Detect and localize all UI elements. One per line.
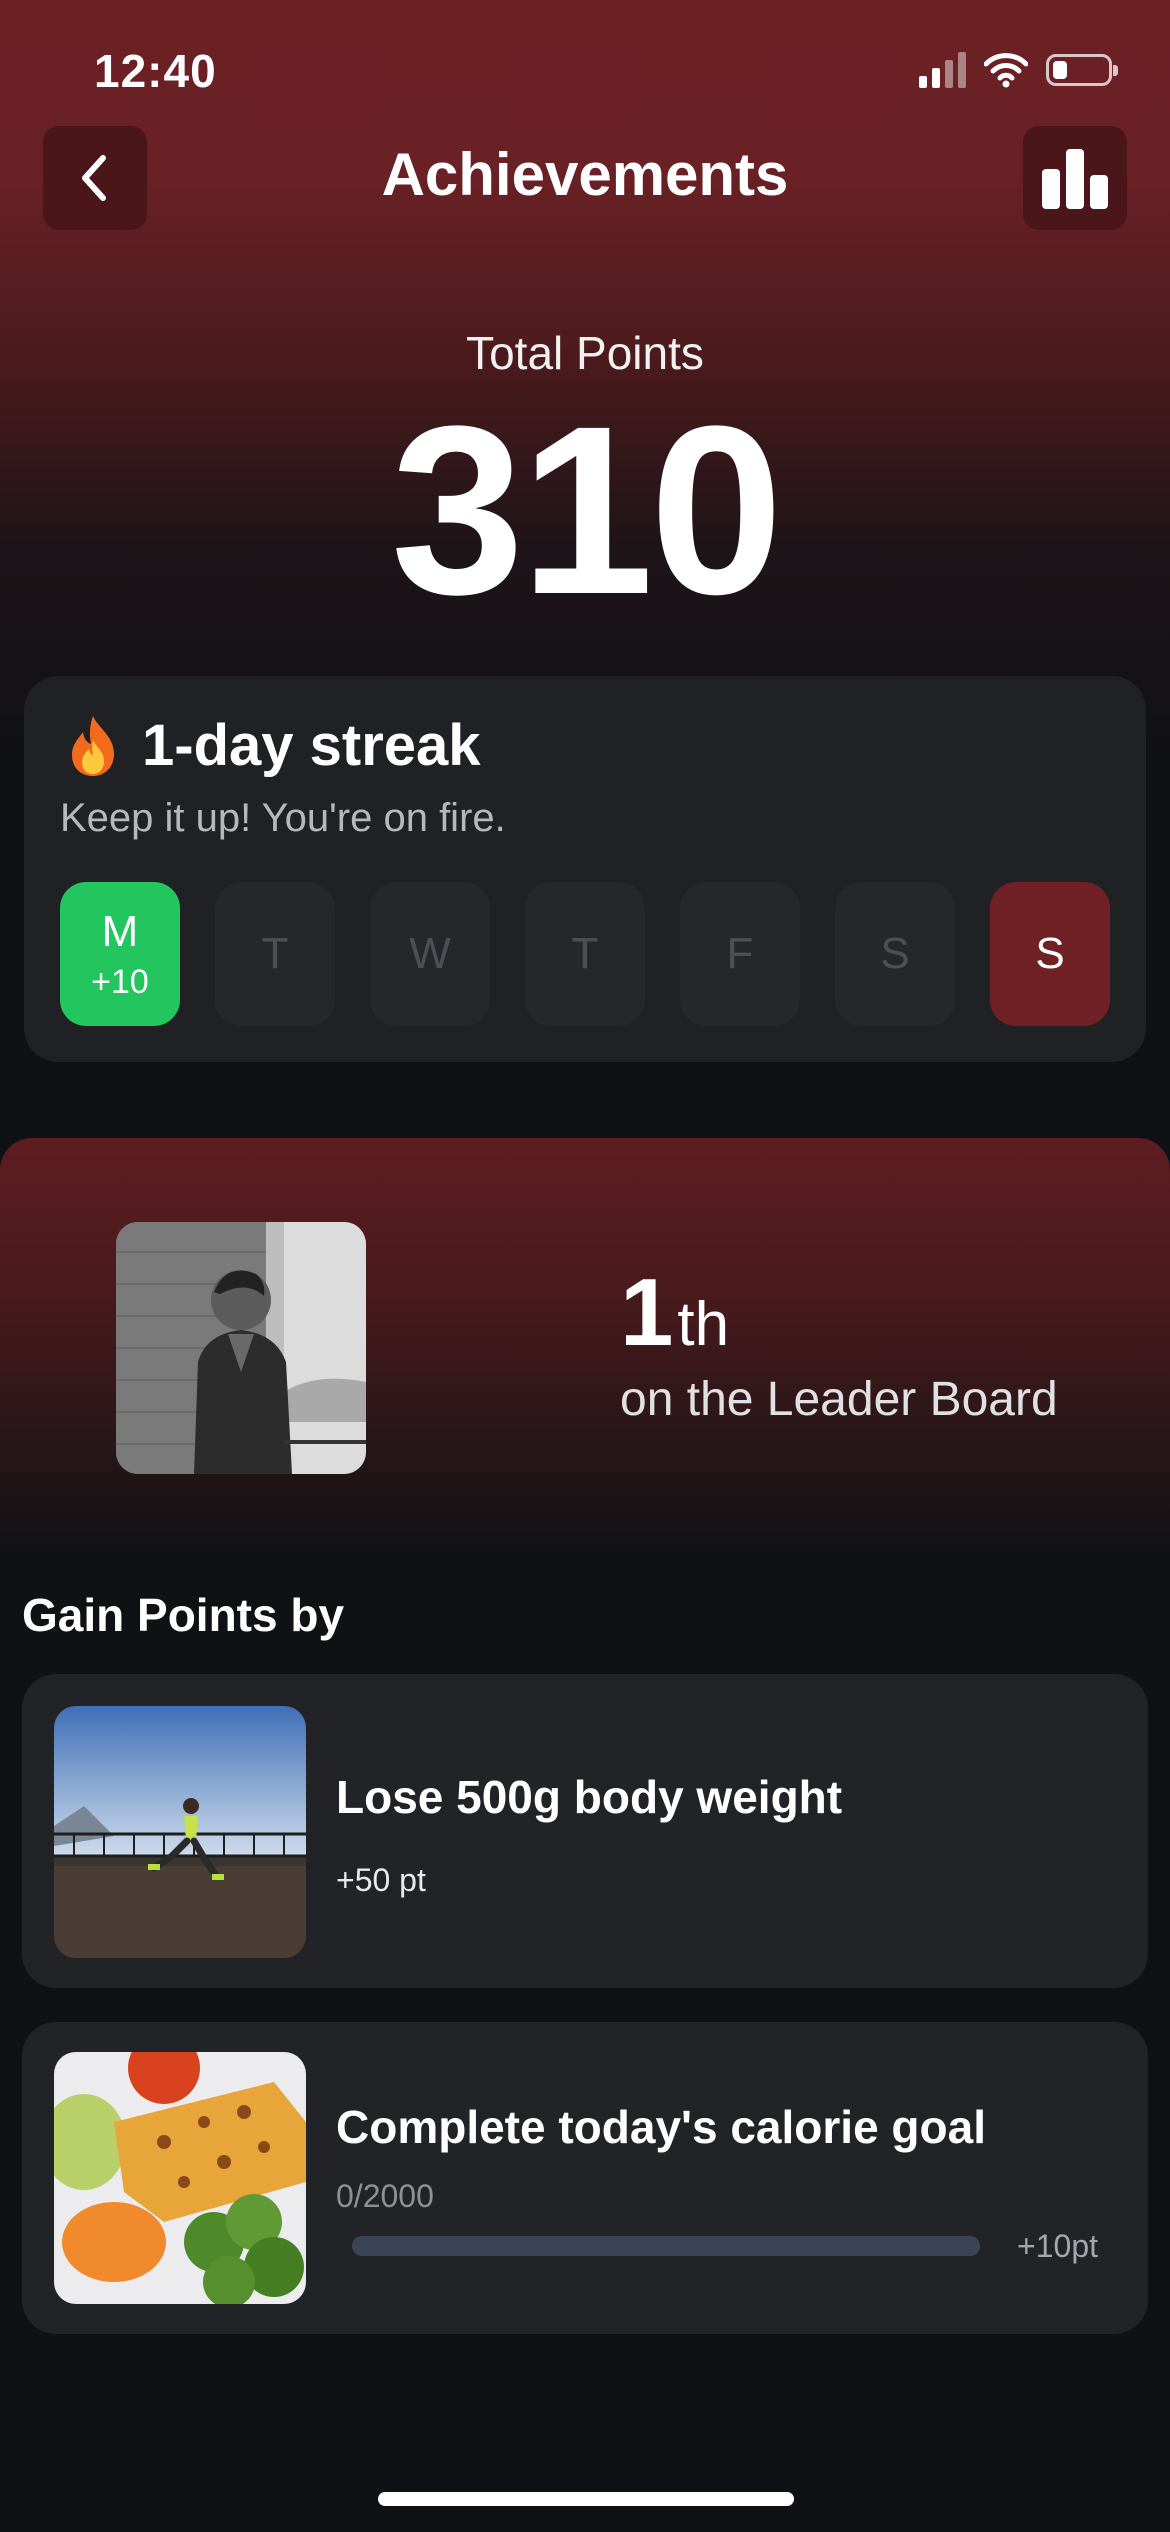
day-letter: S: [880, 929, 910, 978]
gain-points-title: Gain Points by: [22, 1589, 345, 1641]
calorie-progress-bar: [352, 2236, 980, 2256]
task-bonus-points: +10pt: [1017, 2228, 1098, 2264]
day-letter: T: [571, 929, 599, 978]
day-wednesday[interactable]: W: [370, 882, 490, 1026]
rank-suffix: th: [677, 1290, 730, 1359]
task-thumbnail-food: [54, 2052, 306, 2304]
streak-title: 1-day streak: [64, 712, 481, 779]
avatar[interactable]: [116, 1222, 366, 1474]
leaderboard-stats-button[interactable]: [1023, 126, 1127, 230]
task-card-calorie-goal[interactable]: Complete today's calorie goal 0/2000 +10…: [22, 2022, 1148, 2334]
avatar-photo: [116, 1222, 366, 1474]
task-title: Complete today's calorie goal: [336, 2101, 986, 2153]
task-points: +50 pt: [336, 1862, 426, 1898]
bar-chart-icon: [1042, 149, 1108, 209]
task-progress-text: 0/2000: [336, 2178, 434, 2214]
day-thursday[interactable]: T: [525, 882, 645, 1026]
total-points-label: Total Points: [466, 327, 704, 379]
leaderboard-label: on the Leader Board: [620, 1373, 1058, 1426]
cellular-signal-icon: [919, 52, 966, 88]
streak-subtitle: Keep it up! You're on fire.: [60, 796, 506, 840]
page-title: Achievements: [381, 141, 789, 208]
day-letter: M: [101, 906, 139, 956]
day-friday[interactable]: F: [680, 882, 800, 1026]
day-letter: T: [261, 929, 289, 978]
day-letter: W: [409, 929, 451, 978]
weekday-tracker: M +10 T W T F S S: [60, 882, 1110, 1026]
rank-number: 1: [620, 1259, 674, 1366]
day-letter: S: [1035, 929, 1065, 978]
task-title: Lose 500g body weight: [336, 1771, 843, 1823]
day-letter: F: [726, 929, 754, 978]
fire-icon: [72, 715, 114, 776]
day-tuesday[interactable]: T: [215, 882, 335, 1026]
leaderboard-rank: 1 th: [620, 1258, 729, 1368]
day-sunday[interactable]: S: [990, 882, 1110, 1026]
status-icons: [919, 52, 1118, 88]
wifi-icon: [984, 53, 1028, 88]
status-time: 12:40: [94, 45, 217, 97]
task-thumbnail-runner: [54, 1706, 306, 1958]
task-card-lose-weight[interactable]: Lose 500g body weight +50 pt: [22, 1674, 1148, 1988]
home-indicator: [378, 2492, 794, 2506]
day-saturday[interactable]: S: [835, 882, 955, 1026]
total-points-value: 310: [390, 376, 783, 644]
day-monday[interactable]: M +10: [60, 882, 180, 1026]
day-points: +10: [91, 962, 149, 1001]
streak-title-text: 1-day streak: [142, 713, 481, 778]
battery-icon: [1046, 54, 1118, 86]
